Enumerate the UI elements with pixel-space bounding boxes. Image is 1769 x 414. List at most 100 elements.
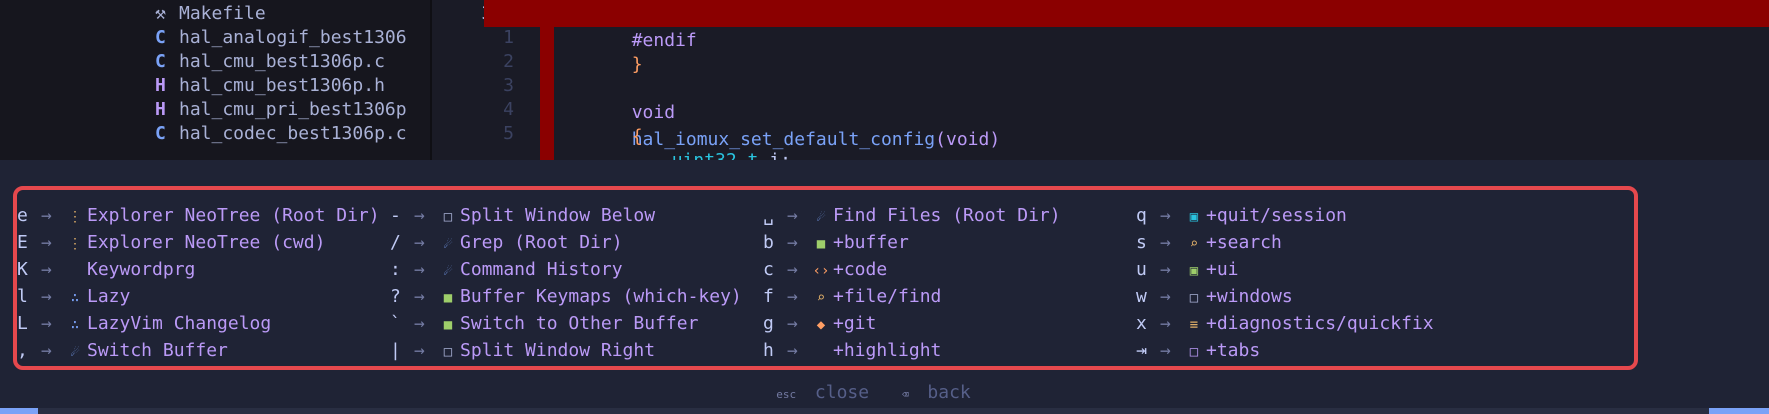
which-key-item[interactable]: ? → ■ Buffer Keymaps (which-key): [390, 283, 742, 310]
keybind-key: ␣: [763, 205, 774, 226]
keymap-icon: □: [1189, 344, 1199, 360]
keymap-description: Split Window Right: [460, 340, 656, 361]
keybind-key: :: [390, 259, 401, 280]
which-key-item[interactable]: E → ⋮ Explorer NeoTree (cwd): [17, 229, 380, 256]
which-key-item[interactable]: / → ☄ Grep (Root Dir): [390, 229, 742, 256]
keymap-icon: ☄: [443, 263, 453, 279]
arrow-icon: →: [414, 232, 425, 253]
code-text: i;: [758, 150, 791, 160]
keymap-icon: □: [443, 344, 453, 360]
which-key-item[interactable]: ␣ → ☄ Find Files (Root Dir): [763, 202, 1061, 229]
line-number: 5: [503, 123, 514, 144]
keymap-icon: ☄: [443, 236, 453, 252]
arrow-icon: →: [1160, 259, 1171, 280]
code-line-declaration[interactable]: uint32_t i;: [545, 120, 1769, 160]
keymap-description: Buffer Keymaps (which-key): [460, 286, 742, 307]
file-tree-item[interactable]: Hhal_cmu_pri_best1306p: [155, 96, 430, 123]
file-tree-item[interactable]: Chal_cmu_best1306p.c: [155, 48, 430, 75]
keymap-description: Switch to Other Buffer: [460, 313, 699, 334]
arrow-icon: →: [41, 232, 52, 253]
code-line-endif[interactable]: #endif: [484, 0, 1769, 51]
file-name: hal_cmu_best1306p.h: [179, 75, 385, 96]
file-tree-item[interactable]: Chal_codec_best1306p.c: [155, 120, 430, 147]
which-key-item[interactable]: | → □ Split Window Right: [390, 337, 742, 364]
keymap-icon: ⌕: [816, 290, 826, 306]
which-key-column: ␣ → ☄ Find Files (Root Dir) b → ■ +buffer c → ‹› +c…: [763, 202, 1061, 364]
code-type: uint32_t: [672, 150, 759, 160]
mode-indicator: [0, 408, 38, 414]
which-key-item[interactable]: - → □ Split Window Below: [390, 202, 742, 229]
keybind-key: g: [763, 313, 774, 334]
keymap-description: +ui: [1206, 259, 1239, 280]
keymap-description: +code: [833, 259, 888, 280]
arrow-icon: →: [787, 259, 798, 280]
keybind-key: s: [1136, 232, 1147, 253]
code-line-close-brace[interactable]: }: [545, 24, 1769, 75]
arrow-icon: →: [1160, 313, 1171, 334]
arrow-icon: →: [414, 286, 425, 307]
keymap-icon: ▣: [1189, 209, 1199, 225]
arrow-icon: →: [1160, 232, 1171, 253]
keybind-key: q: [1136, 205, 1147, 226]
keybind-key: -: [390, 205, 401, 226]
close-hint[interactable]: close: [815, 382, 869, 403]
keybind-key: K: [17, 259, 28, 280]
which-key-column: - → □ Split Window Below / → ☄ Grep (Root Dir):…: [390, 202, 742, 364]
arrow-icon: →: [787, 340, 798, 361]
which-key-item[interactable]: b → ■ +buffer: [763, 229, 1061, 256]
backspace-key-icon: ⌫: [901, 388, 909, 401]
file-name: hal_cmu_best1306p.c: [179, 51, 385, 72]
which-key-item[interactable]: L → ∴ LazyVim Changelog: [17, 310, 380, 337]
which-key-item[interactable]: , → ☄ Switch Buffer: [17, 337, 380, 364]
keybind-key: L: [17, 313, 28, 334]
arrow-icon: →: [41, 259, 52, 280]
status-line: [0, 408, 1769, 414]
code-line-open-brace[interactable]: {: [545, 96, 1769, 147]
line-number: 2: [503, 51, 514, 72]
keybind-key: b: [763, 232, 774, 253]
which-key-item[interactable]: K → Keywordprg: [17, 256, 380, 283]
arrow-icon: →: [41, 313, 52, 334]
file-tree-item[interactable]: Chal_analogif_best1306: [155, 24, 430, 51]
which-key-item[interactable]: x → ≡ +diagnostics/quickfix: [1136, 310, 1434, 337]
which-key-item[interactable]: ⇥ → □ +tabs: [1136, 337, 1434, 364]
keymap-icon: ∴: [70, 290, 80, 306]
arrow-icon: →: [787, 286, 798, 307]
keymap-icon: ▣: [1189, 263, 1199, 279]
file-tree-item[interactable]: ⚒ Makefile: [155, 0, 430, 27]
file-type-icon: C: [155, 27, 166, 48]
file-tree-item[interactable]: Hhal_cmu_best1306p.h: [155, 72, 430, 99]
back-hint[interactable]: back: [927, 382, 970, 403]
code-line-function-signature[interactable]: void hal_iomux_set_default_config(void): [545, 72, 1769, 150]
arrow-icon: →: [787, 313, 798, 334]
keybind-key: E: [17, 232, 28, 253]
which-key-item[interactable]: : → ☄ Command History: [390, 256, 742, 283]
which-key-item[interactable]: f → ⌕ +file/find: [763, 283, 1061, 310]
keymap-description: Find Files (Root Dir): [833, 205, 1061, 226]
which-key-popup: e → ⋮ Explorer NeoTree (Root Dir) E → ⋮ Explore…: [13, 186, 1638, 370]
which-key-item[interactable]: h → +highlight: [763, 337, 1061, 364]
which-key-item[interactable]: u → ▣ +ui: [1136, 256, 1434, 283]
keymap-description: +highlight: [833, 340, 942, 361]
keybind-key: ?: [390, 286, 401, 307]
keymap-description: Keywordprg: [87, 259, 196, 280]
keybind-key: ⇥: [1136, 340, 1147, 361]
which-key-item[interactable]: g → ◆ +git: [763, 310, 1061, 337]
which-key-item[interactable]: w → □ +windows: [1136, 283, 1434, 310]
which-key-item[interactable]: ` → ■ Switch to Other Buffer: [390, 310, 742, 337]
which-key-item[interactable]: s → ⌕ +search: [1136, 229, 1434, 256]
esc-key-icon: esc: [776, 388, 797, 401]
keybind-key: /: [390, 232, 401, 253]
keymap-icon: □: [1189, 290, 1199, 306]
arrow-icon: →: [1160, 340, 1171, 361]
which-key-item[interactable]: q → ▣ +quit/session: [1136, 202, 1434, 229]
which-key-item[interactable]: e → ⋮ Explorer NeoTree (Root Dir): [17, 202, 380, 229]
which-key-item[interactable]: c → ‹› +code: [763, 256, 1061, 283]
arrow-icon: →: [787, 205, 798, 226]
keymap-description: Split Window Below: [460, 205, 656, 226]
code-area[interactable]: #endif } void hal_iomux_set_default_conf…: [484, 0, 1769, 160]
which-key-item[interactable]: l → ∴ Lazy: [17, 283, 380, 310]
keybind-key: l: [17, 286, 28, 307]
file-type-icon: H: [155, 99, 166, 120]
file-name: Makefile: [179, 3, 266, 24]
